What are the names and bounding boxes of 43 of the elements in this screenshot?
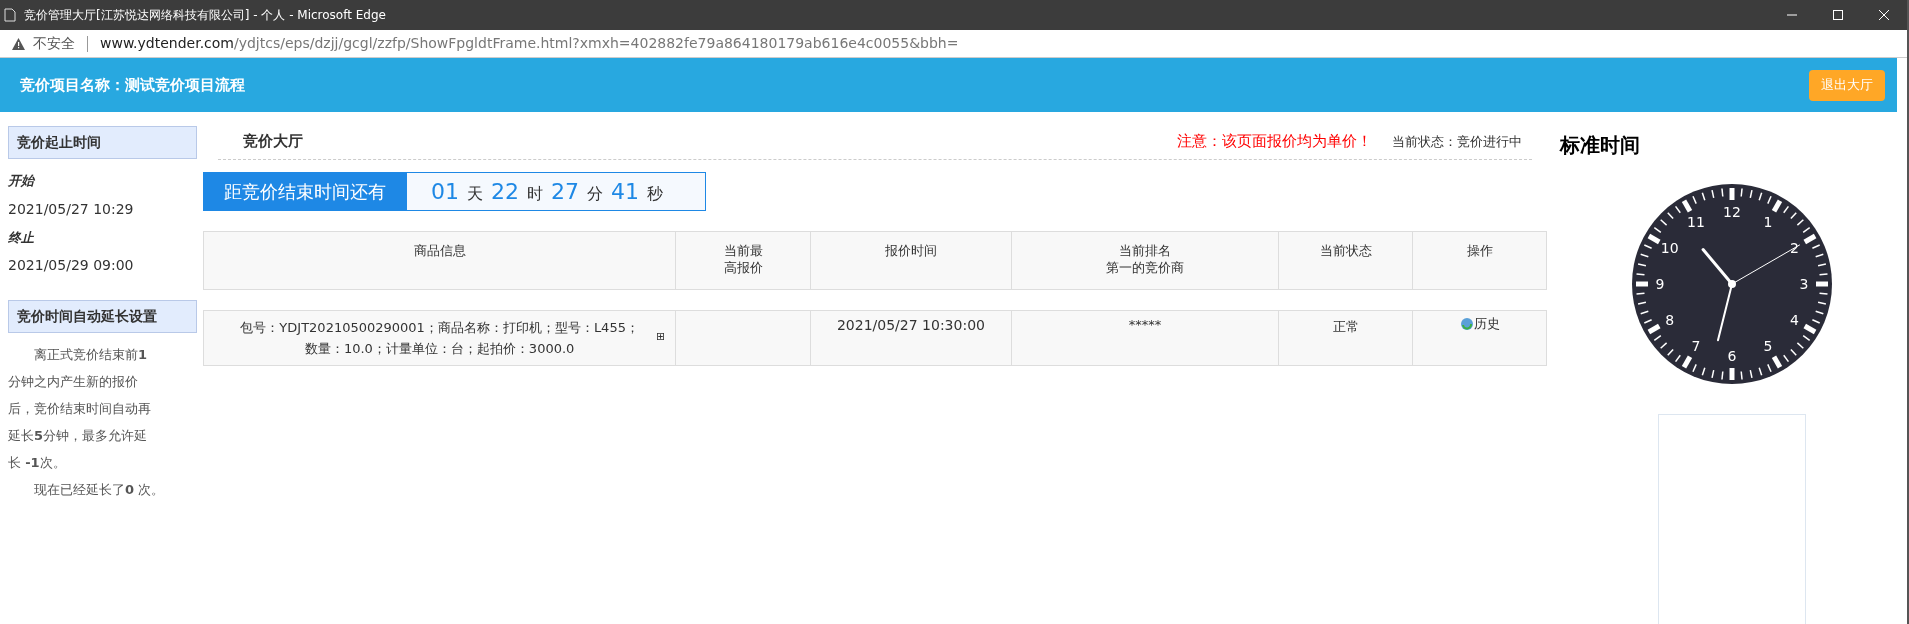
project-title: 竞价项目名称：测试竞价项目流程 bbox=[20, 74, 245, 96]
refresh-icon bbox=[1459, 316, 1474, 331]
end-label: 终止 bbox=[8, 228, 35, 247]
countdown-value: 22 bbox=[491, 178, 519, 206]
countdown-unit: 秒 bbox=[647, 183, 663, 205]
close-icon bbox=[1879, 10, 1889, 20]
extension-count: 现在已经延长了0 次。 bbox=[33, 481, 166, 499]
warning-icon bbox=[12, 37, 25, 50]
bid-status: 当前状态：竞价进行中 bbox=[1392, 132, 1522, 151]
window-title: 竞价管理大厅[江苏悦达网络科技有限公司] - 个人 - Microsoft Edge bbox=[24, 7, 386, 24]
column-header: 当前状态 bbox=[1278, 232, 1413, 289]
countdown-value: 41 bbox=[611, 178, 639, 206]
column-header: 商品信息 bbox=[412, 242, 467, 260]
countdown-unit: 分 bbox=[587, 183, 603, 205]
page-icon bbox=[4, 8, 16, 22]
column-header: 当前排名 第一的竞价商 bbox=[1010, 232, 1279, 289]
start-time: 2021/05/27 10:29 bbox=[8, 199, 135, 219]
start-label: 开始 bbox=[8, 172, 36, 190]
expand-toggle[interactable]: ⊞ bbox=[656, 331, 666, 343]
product-info: 数量：10.0；计量单位：台；起拍价：3000.0 bbox=[304, 340, 575, 358]
history-link[interactable]: 历史 bbox=[1459, 314, 1500, 334]
url-text[interactable]: www.ydtender.com/ydjtcs/eps/dzjj/gcgl/zzfp/ShowFpgldtFrame.html?xmxh=402882fe79a864180179ab616e4c0055&bbh= bbox=[100, 33, 959, 54]
table-cell: 2021/05/27 10:30:00 bbox=[810, 311, 1011, 365]
end-time: 2021/05/29 09:00 bbox=[8, 256, 135, 275]
countdown-label: 距竞价结束时间还有 bbox=[203, 172, 406, 211]
countdown-unit: 时 bbox=[527, 183, 543, 205]
countdown-value: 01 bbox=[431, 178, 459, 206]
product-info: 包号：YDJT20210500290001；商品名称：打印机；型号：L455； bbox=[240, 319, 639, 337]
maximize-icon bbox=[1833, 10, 1843, 20]
column-header: 报价时间 bbox=[810, 232, 1011, 289]
countdown-unit: 天 bbox=[467, 183, 483, 205]
unit-price-notice: 注意：该页面报价均为单价！ bbox=[1177, 131, 1372, 153]
security-label: 不安全 bbox=[33, 34, 75, 53]
hall-title: 竞价大厅 bbox=[243, 131, 303, 153]
extension-rule: 离正式竞价结束前1分钟之内产生新的报价后，竞价结束时间自动再延长5分钟，最多允许延长 -1次。 bbox=[8, 346, 152, 472]
table-cell: 正常 bbox=[1278, 311, 1413, 365]
section-header: 竞价时间自动延长设置 bbox=[8, 300, 197, 333]
table-cell: ***** bbox=[1010, 311, 1279, 365]
standard-time-title: 标准时间 bbox=[1560, 132, 1640, 159]
countdown-value: 27 bbox=[551, 178, 579, 206]
column-header: 当前最 高报价 bbox=[675, 232, 811, 289]
column-header: 操作 bbox=[1412, 232, 1546, 289]
section-header: 竞价起止时间 bbox=[8, 126, 197, 159]
